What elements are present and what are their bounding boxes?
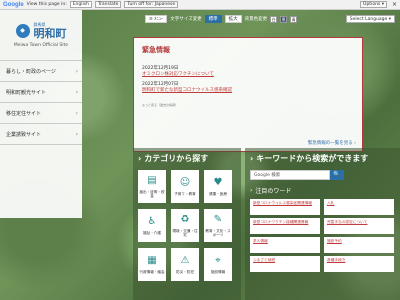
chevron-right-icon: › bbox=[75, 130, 78, 138]
site-logo[interactable]: ◆ 群馬県 明和町 Meiwa Town Official Site bbox=[0, 10, 82, 60]
search-icon[interactable]: 🔍 bbox=[330, 170, 344, 180]
news-extra-text[interactable]: もっと見る（過去の情報） bbox=[142, 103, 354, 107]
category-tile-health[interactable]: ♥ 健康・医療 bbox=[204, 170, 232, 203]
category-tile-safety[interactable]: ⚠ 防災・防犯 bbox=[171, 248, 199, 281]
font-standard-button[interactable]: 標準 bbox=[204, 15, 222, 23]
hot-word-link[interactable]: 入札 bbox=[324, 199, 394, 215]
translate-options-button[interactable]: Options ▾ bbox=[359, 1, 387, 8]
news-item: 2022年12月19日 オミクロン株対応ワクチンについて bbox=[142, 65, 354, 77]
building-icon: ▦ bbox=[147, 254, 157, 266]
translate-language-select[interactable]: English bbox=[69, 1, 92, 8]
sidebar-item-migration[interactable]: 移住定住サイト › bbox=[0, 103, 82, 124]
hot-word-link[interactable]: 新型コロナワクチン接種関連情報 bbox=[250, 218, 320, 234]
welfare-icon: ♿ bbox=[147, 215, 157, 227]
translate-button[interactable]: Translate bbox=[94, 1, 122, 8]
category-tile-childcare[interactable]: ☺ 子育て・教育 bbox=[171, 170, 199, 203]
search-form: Google 検索 🔍 bbox=[250, 170, 395, 180]
chevron-right-icon: › bbox=[138, 154, 142, 163]
category-grid: ▤ 届出・証明・税金 ☺ 子育て・教育 ♥ 健康・医療 ♿ 福祉・介護 ♻ 環境… bbox=[138, 170, 236, 281]
category-tile-certificates[interactable]: ▤ 届出・証明・税金 bbox=[138, 170, 166, 203]
sidebar: ◆ 群馬県 明和町 Meiwa Town Official Site 暮らし・町… bbox=[0, 10, 82, 218]
hot-word-link[interactable]: 求人情報 bbox=[250, 237, 320, 253]
culture-icon: ✎ bbox=[213, 213, 223, 225]
tile-label: 届出・証明・税金 bbox=[139, 189, 165, 198]
tile-label: 健康・医療 bbox=[209, 191, 227, 196]
safety-icon: ⚠ bbox=[180, 254, 190, 266]
keyword-search-panel: › キーワードから検索ができます Google 検索 🔍 › 注目のワード 新型… bbox=[245, 148, 400, 300]
keyword-title: › キーワードから検索ができます bbox=[250, 154, 369, 163]
heart-icon: ♥ bbox=[213, 176, 223, 188]
tile-label: 福祉・介護 bbox=[143, 230, 161, 235]
translate-view-text: View this page in: bbox=[26, 2, 67, 7]
hot-word-link[interactable]: ふるさと納税 bbox=[250, 256, 320, 272]
bg-white-button[interactable]: 白 bbox=[270, 15, 278, 23]
tile-label: 施設情報 bbox=[210, 269, 226, 274]
category-tile-welfare[interactable]: ♿ 福祉・介護 bbox=[138, 209, 166, 242]
sidebar-nav: 暮らし・町政のページ › 明和町観光サイト › 移住定住サイト › 企業誘致サイ… bbox=[0, 60, 82, 145]
turn-off-translate-button[interactable]: Turn off for: Japanese bbox=[124, 1, 179, 8]
tile-label: 行政情報・議会 bbox=[139, 269, 165, 274]
search-input[interactable]: Google 検索 bbox=[250, 170, 330, 180]
hot-word-link[interactable]: 児童手当の認定について bbox=[324, 218, 394, 234]
select-language-dropdown[interactable]: Select Language ▾ bbox=[345, 15, 395, 23]
font-large-button[interactable]: 拡大 bbox=[224, 15, 242, 23]
hot-word-link[interactable]: 各種手続き bbox=[324, 256, 394, 272]
chevron-right-icon: › bbox=[75, 88, 78, 96]
news-title: 緊急情報 bbox=[142, 46, 170, 54]
news-list-link[interactable]: 緊急情報の一覧を見る › bbox=[308, 140, 356, 146]
category-tile-culture[interactable]: ✎ 教育・文化・スポーツ bbox=[204, 209, 232, 242]
emergency-news-panel: 緊急情報 2022年12月19日 オミクロン株対応ワクチンについて 2022年1… bbox=[133, 37, 363, 152]
bg-blue-button[interactable]: 青 bbox=[290, 15, 298, 23]
hot-word-link[interactable]: 施設予約 bbox=[324, 237, 394, 253]
google-logo: Google bbox=[3, 1, 24, 8]
category-panel: › カテゴリから探す ▤ 届出・証明・税金 ☺ 子育て・教育 ♥ 健康・医療 ♿… bbox=[133, 148, 241, 300]
sidebar-item-label: 暮らし・町政のページ bbox=[6, 68, 56, 75]
font-size-label: 文字サイズ変更 bbox=[170, 17, 202, 22]
chevron-right-icon: › bbox=[75, 109, 78, 117]
document-icon: ▤ bbox=[147, 174, 157, 186]
hot-words-label: › 注目のワード bbox=[250, 187, 292, 195]
chevron-right-icon: › bbox=[75, 67, 78, 75]
hot-words-grid: 新型コロナウイルス感染症関連情報 入札 新型コロナワクチン接種関連情報 児童手当… bbox=[250, 199, 395, 272]
category-tile-facilities[interactable]: ⌖ 施設情報 bbox=[204, 248, 232, 281]
tile-label: 防災・防犯 bbox=[176, 269, 194, 274]
tile-label: 教育・文化・スポーツ bbox=[205, 228, 231, 237]
bg-black-button[interactable]: 黒 bbox=[280, 15, 288, 23]
chevron-right-icon: › bbox=[250, 154, 254, 163]
category-tile-administration[interactable]: ▦ 行政情報・議会 bbox=[138, 248, 166, 281]
news-link[interactable]: 明和町で新たな新型コロナウイルス感染確認 bbox=[142, 87, 354, 93]
chevron-right-icon: › bbox=[250, 187, 253, 194]
sidebar-item-tourism[interactable]: 明和町観光サイト › bbox=[0, 82, 82, 103]
baby-icon: ☺ bbox=[179, 176, 191, 188]
tile-label: 環境・交通・住宅 bbox=[172, 228, 198, 237]
logo-english: Meiwa Town Official Site bbox=[13, 43, 69, 48]
hot-word-link[interactable]: 新型コロナウイルス感染症関連情報 bbox=[250, 199, 320, 215]
sidebar-item-label: 明和町観光サイト bbox=[6, 89, 47, 96]
sidebar-item-business[interactable]: 企業誘致サイト › bbox=[0, 124, 82, 145]
menu-button[interactable]: ≡ ﾒﾆｭｰ bbox=[145, 15, 168, 23]
tile-label: 子育て・教育 bbox=[174, 191, 196, 196]
environment-icon: ♻ bbox=[180, 213, 190, 225]
news-item: 2022年12月07日 明和町で新たな新型コロナウイルス感染確認 bbox=[142, 81, 354, 93]
sidebar-item-living[interactable]: 暮らし・町政のページ › bbox=[0, 61, 82, 82]
sidebar-item-label: 企業誘致サイト bbox=[6, 131, 42, 138]
google-translate-bar: Google View this page in: English Transl… bbox=[0, 0, 400, 10]
logo-town-name: 明和町 bbox=[33, 27, 67, 40]
sidebar-item-label: 移住定住サイト bbox=[6, 110, 42, 117]
site-toolbar: ≡ ﾒﾆｭｰ 文字サイズ変更 標準 拡大 背景色変更 白 黒 青 Select … bbox=[145, 13, 395, 25]
category-title: › カテゴリから探す bbox=[138, 154, 209, 163]
bg-color-label: 背景色変更 bbox=[244, 17, 268, 22]
map-icon: ⌖ bbox=[215, 254, 221, 266]
category-tile-environment[interactable]: ♻ 環境・交通・住宅 bbox=[171, 209, 199, 242]
news-link[interactable]: オミクロン株対応ワクチンについて bbox=[142, 71, 354, 77]
translate-close-icon[interactable]: × bbox=[392, 1, 397, 8]
town-emblem-icon: ◆ bbox=[15, 24, 30, 38]
